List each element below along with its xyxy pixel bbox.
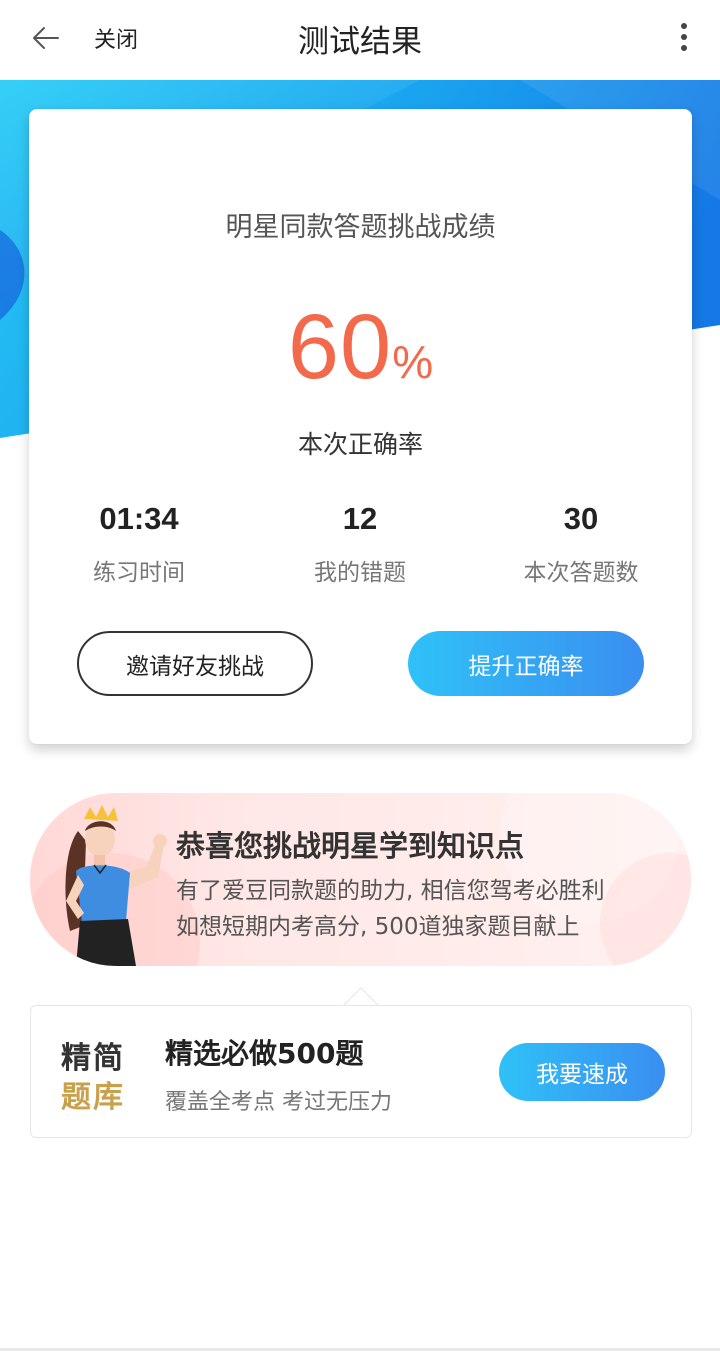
stat-label: 我的错题 bbox=[314, 560, 406, 586]
stat-value: 01:34 bbox=[99, 501, 179, 536]
score-label: 本次正确率 bbox=[297, 430, 423, 459]
stat-value: 12 bbox=[342, 501, 378, 536]
product-title: 精选必做500题 bbox=[165, 1037, 364, 1070]
invite-friends-button[interactable]: 邀请好友挑战 bbox=[77, 631, 313, 696]
stat-question-count: 30 本次答题数 bbox=[471, 501, 691, 587]
congrats-title: 恭喜您挑战明星学到知识点 bbox=[176, 829, 525, 863]
stat-wrong-questions: 12 我的错题 bbox=[250, 501, 470, 587]
improve-accuracy-button[interactable]: 提升正确率 bbox=[408, 631, 644, 696]
challenge-title: 明星同款答题挑战成绩 bbox=[225, 212, 496, 243]
question-bank-promo[interactable]: 精简 题库 精选必做500题 覆盖全考点 考过无压力 我要速成 bbox=[30, 1005, 692, 1138]
product-subtitle: 覆盖全考点 考过无压力 bbox=[165, 1090, 392, 1115]
score-unit: % bbox=[392, 336, 434, 388]
more-options-icon[interactable] bbox=[674, 20, 694, 54]
accuracy-score: 60% bbox=[29, 295, 692, 400]
stat-label: 练习时间 bbox=[93, 560, 185, 586]
page-title: 测试结果 bbox=[298, 24, 422, 60]
speed-up-button[interactable]: 我要速成 bbox=[499, 1043, 665, 1101]
stat-value: 30 bbox=[563, 501, 599, 536]
stat-practice-time: 01:34 练习时间 bbox=[29, 501, 249, 587]
congrats-banner: 恭喜您挑战明星学到知识点 有了爱豆同款题的助力, 相信您驾考必胜利 如想短期内考… bbox=[30, 793, 691, 966]
top-navigation-bar: 关闭 测试结果 bbox=[0, 0, 720, 80]
score-value: 60 bbox=[287, 296, 393, 398]
result-card: 明星同款答题挑战成绩 60% 本次正确率 01:34 练习时间 12 我的错题 … bbox=[29, 109, 692, 744]
product-logo-text: 题库 bbox=[61, 1080, 125, 1115]
celebrity-illustration bbox=[38, 801, 188, 966]
stat-label: 本次答题数 bbox=[523, 560, 639, 586]
congrats-text-line: 如想短期内考高分, 500道独家题目献上 bbox=[176, 914, 580, 940]
product-logo-text: 精简 bbox=[61, 1041, 125, 1076]
congrats-text-line: 有了爱豆同款题的助力, 相信您驾考必胜利 bbox=[176, 878, 605, 904]
